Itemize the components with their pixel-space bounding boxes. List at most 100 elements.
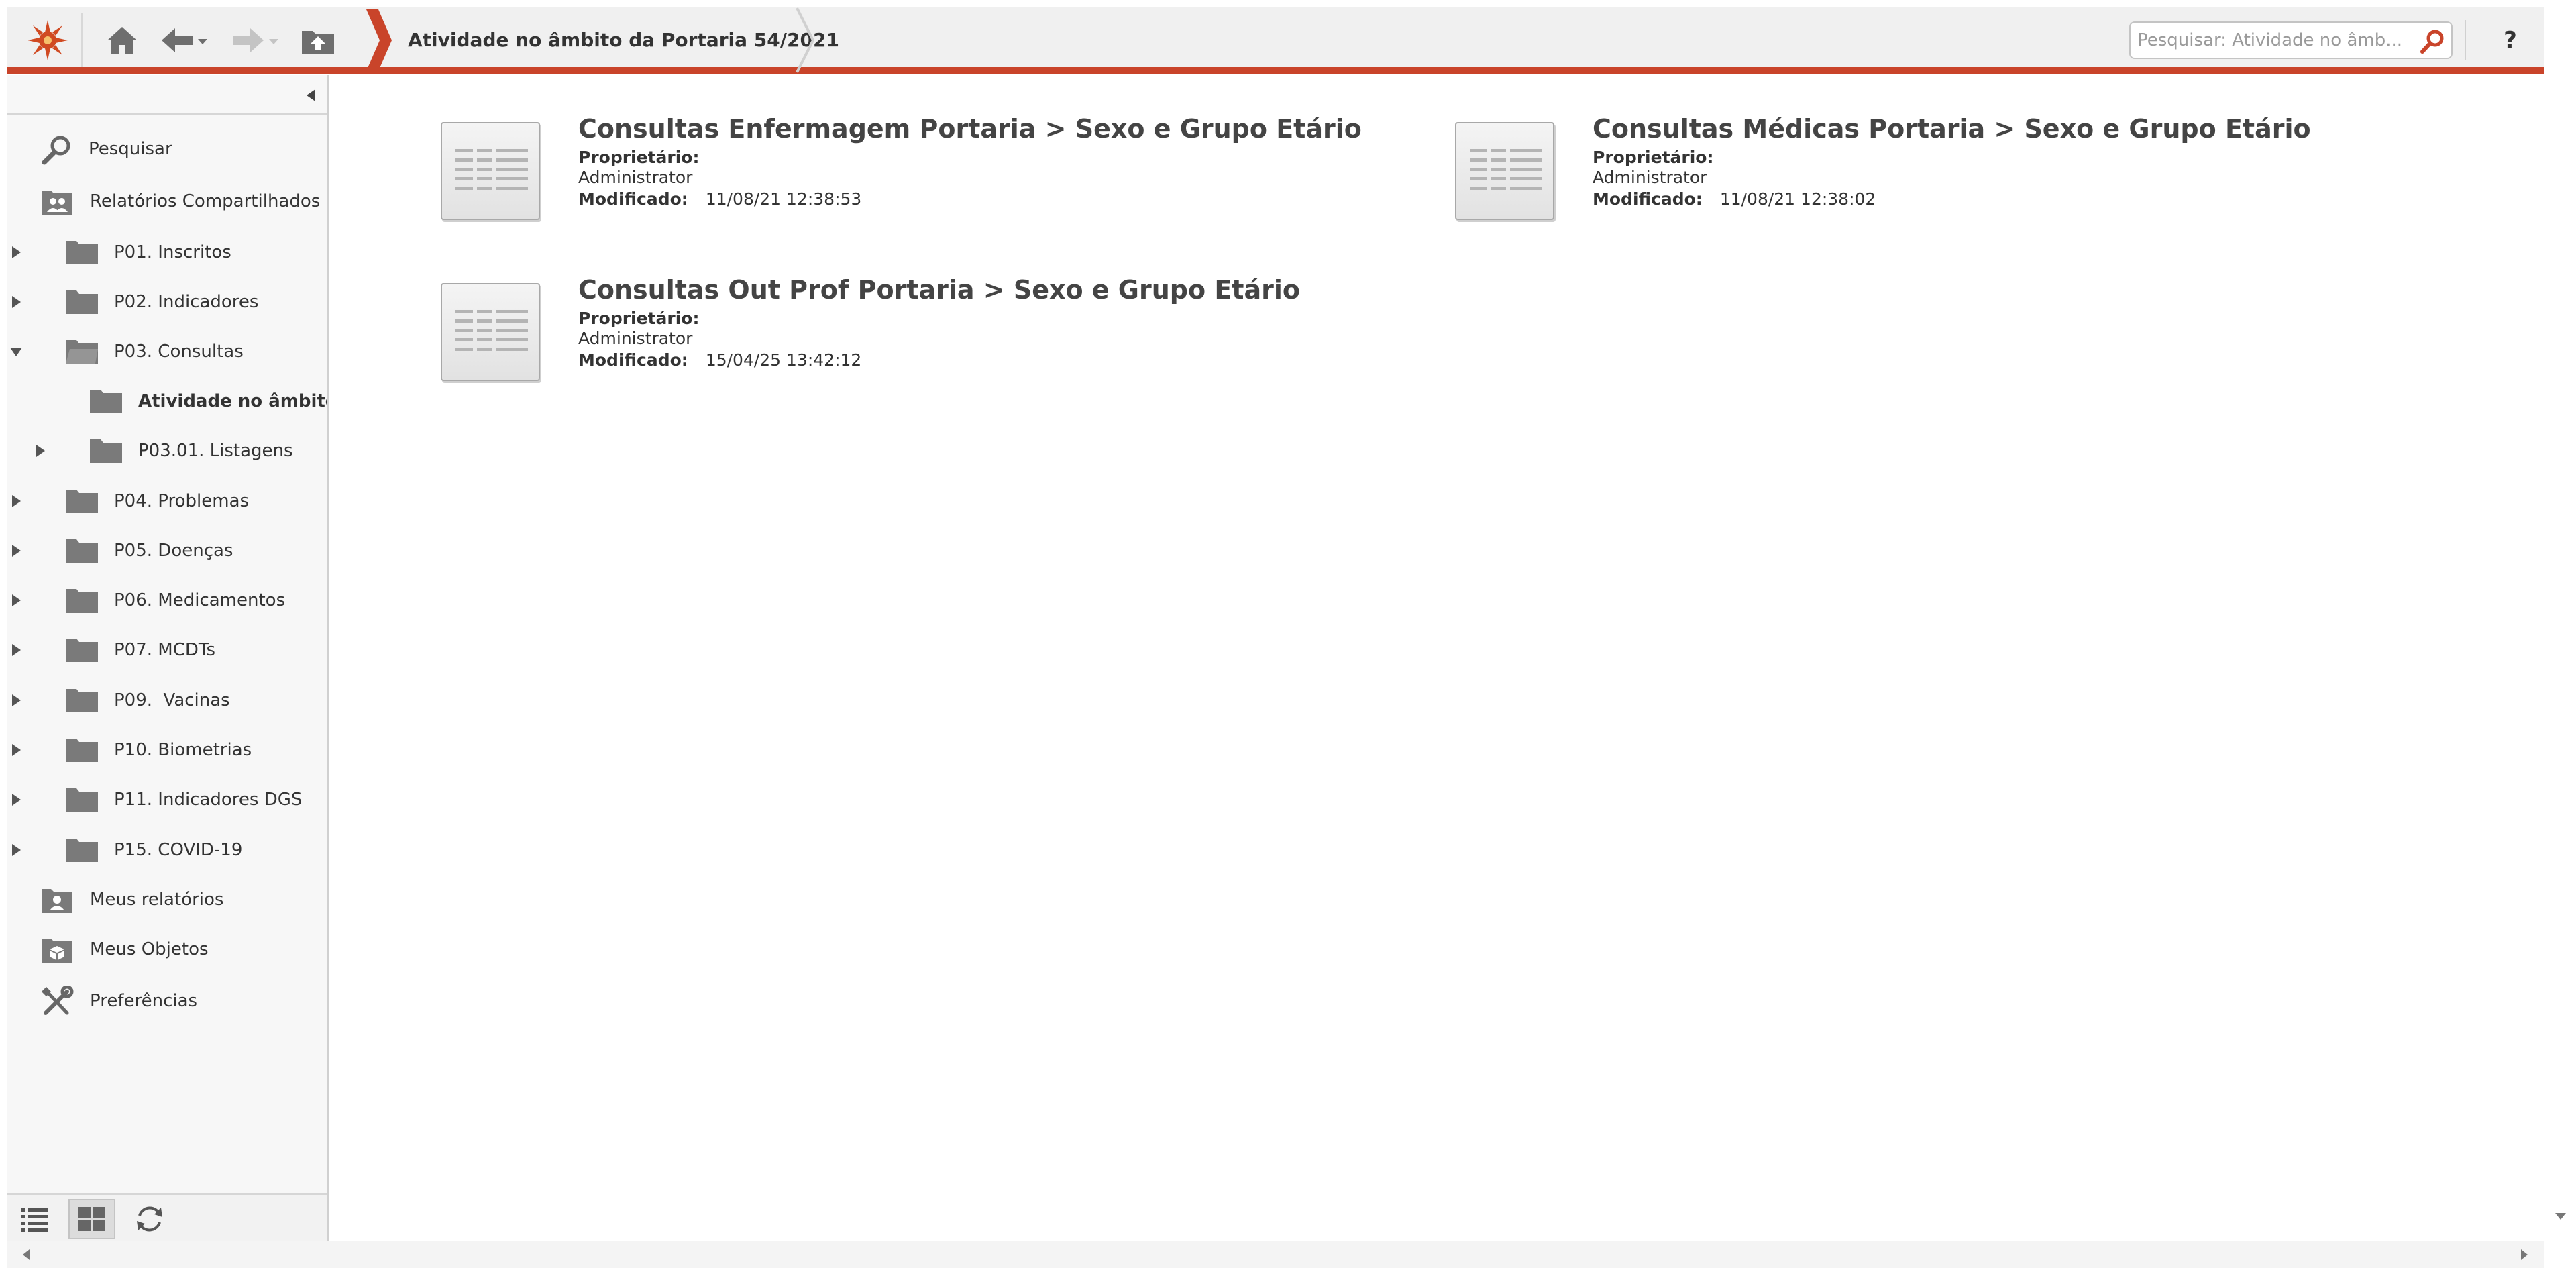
search-icon[interactable] (2419, 28, 2446, 55)
collapse-arrow-icon[interactable] (8, 343, 24, 360)
modified-label: Modificado: (578, 350, 688, 370)
app-window: Atividade no âmbito da Portaria 54/2021 … (0, 0, 2576, 1272)
report-thumbnail[interactable] (441, 122, 540, 220)
folder-icon (66, 788, 98, 812)
modified-date: 11/08/21 12:38:53 (705, 189, 862, 209)
sidebar-item-label: P03.01. Listagens (138, 441, 293, 461)
sidebar-item-label: P03. Consultas (114, 341, 244, 362)
report-card[interactable]: Consultas Enfermagem Portaria > Sexo e G… (441, 114, 1362, 228)
report-owner: Administrator (578, 168, 693, 187)
expand-arrow-icon[interactable] (8, 642, 24, 658)
sidebar-item-label: P10. Biometrias (114, 740, 252, 760)
folder-icon (90, 390, 122, 413)
sidebar-item-p11[interactable]: P11. Indicadores DGS (7, 776, 327, 823)
sidebar-item-p02[interactable]: P02. Indicadores (7, 278, 327, 325)
report-card[interactable]: Consultas Médicas Portaria > Sexo e Grup… (1455, 114, 2314, 228)
report-modified: Modificado: 11/08/21 12:38:53 (578, 189, 861, 209)
expand-arrow-icon[interactable] (8, 493, 24, 509)
home-button[interactable] (101, 19, 144, 62)
sidebar-item-label: Preferências (90, 991, 198, 1011)
list-view-icon (21, 1208, 48, 1232)
owner-label: Proprietário: (578, 309, 700, 328)
expand-arrow-icon[interactable] (8, 792, 24, 808)
report-title[interactable]: Consultas Enfermagem Portaria > Sexo e G… (578, 114, 1362, 144)
help-button[interactable]: ? (2489, 19, 2532, 62)
modified-date: 15/04/25 13:42:12 (705, 350, 862, 370)
sidebar-header (7, 75, 327, 115)
sidebar-item-p04[interactable]: P04. Problemas (7, 478, 327, 525)
expand-arrow-icon[interactable] (8, 294, 24, 310)
my-objects-icon (42, 939, 72, 963)
app-logo[interactable] (13, 13, 83, 67)
expand-arrow-icon[interactable] (8, 692, 24, 708)
breadcrumb-home-arrow (366, 9, 392, 71)
sidebar-item-p09[interactable]: P09. Vacinas (7, 677, 327, 724)
sidebar-item-p07[interactable]: P07. MCDTs (7, 627, 327, 674)
sidebar-item-p05[interactable]: P05. Doenças (7, 527, 327, 574)
sidebar-item-search[interactable]: Pesquisar (7, 125, 327, 172)
sidebar-item-p15[interactable]: P15. COVID-19 (7, 827, 327, 873)
report-document-icon (1470, 149, 1542, 190)
report-thumbnail[interactable] (1455, 122, 1554, 220)
horizontal-scrollbar[interactable] (7, 1241, 2544, 1268)
scroll-down-arrow-icon[interactable] (2553, 1209, 2568, 1224)
forward-arrow-icon (233, 28, 278, 52)
report-thumbnail[interactable] (441, 283, 540, 381)
sidebar-item-p06[interactable]: P06. Medicamentos (7, 577, 327, 624)
report-owner-label: Proprietário: (578, 309, 699, 328)
wrench-icon (41, 986, 74, 1015)
toolbar-divider (2465, 20, 2466, 60)
shared-reports-icon (42, 191, 72, 215)
modified-date: 11/08/21 12:38:02 (1719, 189, 1876, 209)
expand-arrow-icon[interactable] (8, 244, 24, 260)
folder-icon (66, 639, 98, 662)
view-mode-toolbar (7, 1193, 327, 1241)
breadcrumb-separator (796, 7, 815, 73)
sidebar-item-label: P01. Inscritos (114, 242, 231, 262)
owner-label: Proprietário: (1593, 148, 1714, 167)
sidebar-item-p01[interactable]: P01. Inscritos (7, 229, 327, 276)
search-box (2129, 21, 2453, 59)
sidebar-item-preferences[interactable]: Preferências (7, 977, 327, 1024)
sidebar-item-label: P15. COVID-19 (114, 840, 243, 860)
report-card[interactable]: Consultas Out Prof Portaria > Sexo e Gru… (441, 275, 1300, 389)
search-input[interactable] (2137, 27, 2406, 54)
expand-arrow-icon[interactable] (32, 443, 48, 459)
breadcrumb-current[interactable]: Atividade no âmbito da Portaria 54/2021 (408, 7, 839, 74)
report-title[interactable]: Consultas Out Prof Portaria > Sexo e Gru… (578, 275, 1300, 305)
report-title[interactable]: Consultas Médicas Portaria > Sexo e Grup… (1593, 114, 2311, 144)
owner-label: Proprietário: (578, 148, 700, 167)
modified-label: Modificado: (578, 189, 688, 209)
thumbnail-view-button[interactable] (68, 1199, 115, 1239)
sidebar-item-p10[interactable]: P10. Biometrias (7, 727, 327, 774)
expand-arrow-icon[interactable] (8, 592, 24, 608)
sidebar-item-shared-reports[interactable]: Relatórios Compartilhados (7, 178, 327, 225)
report-browser-area: Consultas Enfermagem Portaria > Sexo e G… (331, 75, 2544, 1241)
sidebar-item-label: P07. MCDTs (114, 640, 216, 660)
vertical-scrollbar[interactable] (2544, 75, 2576, 1241)
sidebar-item-p03-01[interactable]: P03.01. Listagens (7, 427, 327, 474)
report-modified: Modificado: 11/08/21 12:38:02 (1593, 189, 1876, 209)
collapse-sidebar-icon[interactable] (303, 87, 319, 103)
expand-arrow-icon[interactable] (8, 543, 24, 559)
expand-arrow-icon[interactable] (8, 742, 24, 758)
sidebar-item-p03[interactable]: P03. Consultas (7, 328, 327, 375)
scroll-left-arrow-icon[interactable] (19, 1247, 34, 1262)
forward-button[interactable] (228, 19, 284, 62)
folder-icon (66, 839, 98, 862)
home-icon (107, 27, 137, 54)
scroll-right-arrow-icon[interactable] (2517, 1247, 2532, 1262)
sidebar-item-label: P06. Medicamentos (114, 590, 286, 611)
my-reports-icon (42, 889, 72, 913)
expand-arrow-icon[interactable] (8, 842, 24, 858)
sidebar-item-label: P11. Indicadores DGS (114, 790, 303, 810)
sidebar-item-label: Relatórios Compartilhados (90, 191, 321, 211)
modified-label: Modificado: (1593, 189, 1703, 209)
sidebar-item-my-reports[interactable]: Meus relatórios (7, 876, 327, 923)
refresh-button[interactable] (126, 1199, 173, 1239)
up-folder-button[interactable] (297, 19, 339, 62)
list-view-button[interactable] (11, 1199, 58, 1239)
sidebar-item-my-objects[interactable]: Meus Objetos (7, 926, 327, 973)
sidebar-item-atividade-portaria[interactable]: Atividade no âmbito d (7, 378, 327, 425)
back-button[interactable] (157, 19, 213, 62)
